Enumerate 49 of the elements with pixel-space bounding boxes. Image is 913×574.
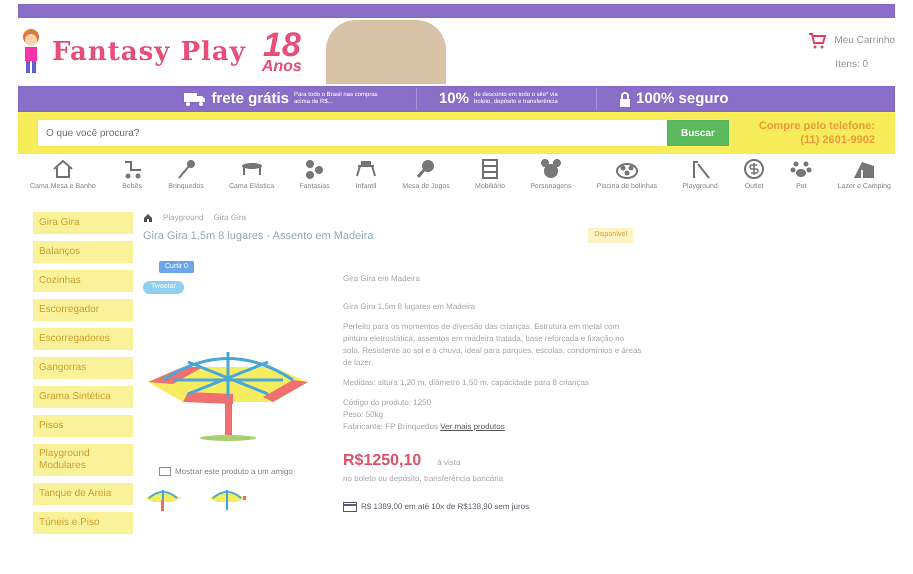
house-icon xyxy=(52,158,74,180)
product-subtitle: Gira Gira em Madeira xyxy=(343,272,421,284)
anniversary-label: Anos xyxy=(262,60,302,74)
installments-text: R$ 1389,00 em até 10x de R$138,90 sem juros xyxy=(361,500,530,512)
sidebar-item[interactable]: Pisos xyxy=(33,415,133,437)
phone-label: Compre pelo telefone: xyxy=(758,118,875,133)
cart-count: Itens: 0 xyxy=(834,58,870,72)
product-heading: Gira Gira 1,5m 8 lugares em Madeira xyxy=(343,300,476,312)
price-note: à vista xyxy=(437,456,460,468)
product-description: Perfeito para os momentos de diversão das crianças. Estrutura em metal com pintura eletrostática, assentos em madeira tratada, base reforçada e fixação no solo. Resistente ao sol e à chuva, ideal para parques, escolas, condomínios e áreas de lazer. xyxy=(343,320,642,368)
sidebar-item[interactable]: Cozinhas xyxy=(33,270,133,292)
sidebar-item[interactable]: Gangorras xyxy=(33,357,133,379)
benefit-title: 100% seguro xyxy=(636,88,729,109)
product-price: R$1250,10 xyxy=(343,450,422,470)
sidebar-item[interactable]: Gira Gira xyxy=(33,212,133,234)
sidebar-item[interactable]: Túneis e Piso xyxy=(33,512,133,534)
sidebar-item[interactable]: Tanque de Areia xyxy=(33,483,133,505)
product-title: Gira Gira 1,5m 8 lugares - Assento em Madeira xyxy=(143,229,374,244)
mouse-ears-icon xyxy=(540,158,562,180)
breadcrumb-link[interactable]: Playground xyxy=(163,212,204,224)
anniversary-number: 18 xyxy=(262,30,302,60)
cart-link[interactable]: Meu Carrinho xyxy=(834,33,895,48)
maker-link[interactable]: Ver mais produtos xyxy=(440,422,505,430)
price-detail: no boleto ou depósito, transferência bancária xyxy=(343,472,504,484)
home-icon[interactable] xyxy=(143,213,153,223)
product-weight: Peso: 50kg xyxy=(343,408,384,420)
credit-card-icon xyxy=(343,502,357,512)
logo-text[interactable]: Fantasy Play xyxy=(52,32,246,72)
checkbox-icon[interactable] xyxy=(159,467,171,476)
dollar-icon xyxy=(743,158,766,180)
sidebar-item[interactable]: Escorregadores xyxy=(33,328,133,350)
product-code: Código do produto: 1250 xyxy=(343,396,432,408)
lock-icon xyxy=(619,92,631,106)
benefit-title: 10% xyxy=(438,88,469,109)
product-maker: Fabricante: FP Brinquedos xyxy=(343,422,438,430)
sidebar-item[interactable]: Balanços xyxy=(33,241,133,263)
balls-icon xyxy=(304,158,326,180)
sidebar-item[interactable]: Escorregador xyxy=(33,299,133,321)
search-field[interactable]: O que você procura? xyxy=(38,120,667,146)
product-measures: Medidas: altura 1,20 m, diâmetro 1,50 m, capacidade para 8 crianças xyxy=(343,376,590,388)
benefit-title: frete grátis xyxy=(211,88,289,109)
phone-number: (11) 2601-9902 xyxy=(799,133,875,148)
cart-icon[interactable] xyxy=(808,32,826,48)
share-link[interactable]: Mostrar este produto a um amigo xyxy=(175,466,293,478)
breadcrumb-link[interactable]: Gira Gira xyxy=(213,212,246,224)
search-button[interactable]: Buscar xyxy=(666,120,729,146)
sidebar-item[interactable]: Grama Sintética xyxy=(33,386,133,408)
truck-icon xyxy=(184,92,206,106)
sidebar-item[interactable]: Playground Modulares xyxy=(33,444,133,476)
